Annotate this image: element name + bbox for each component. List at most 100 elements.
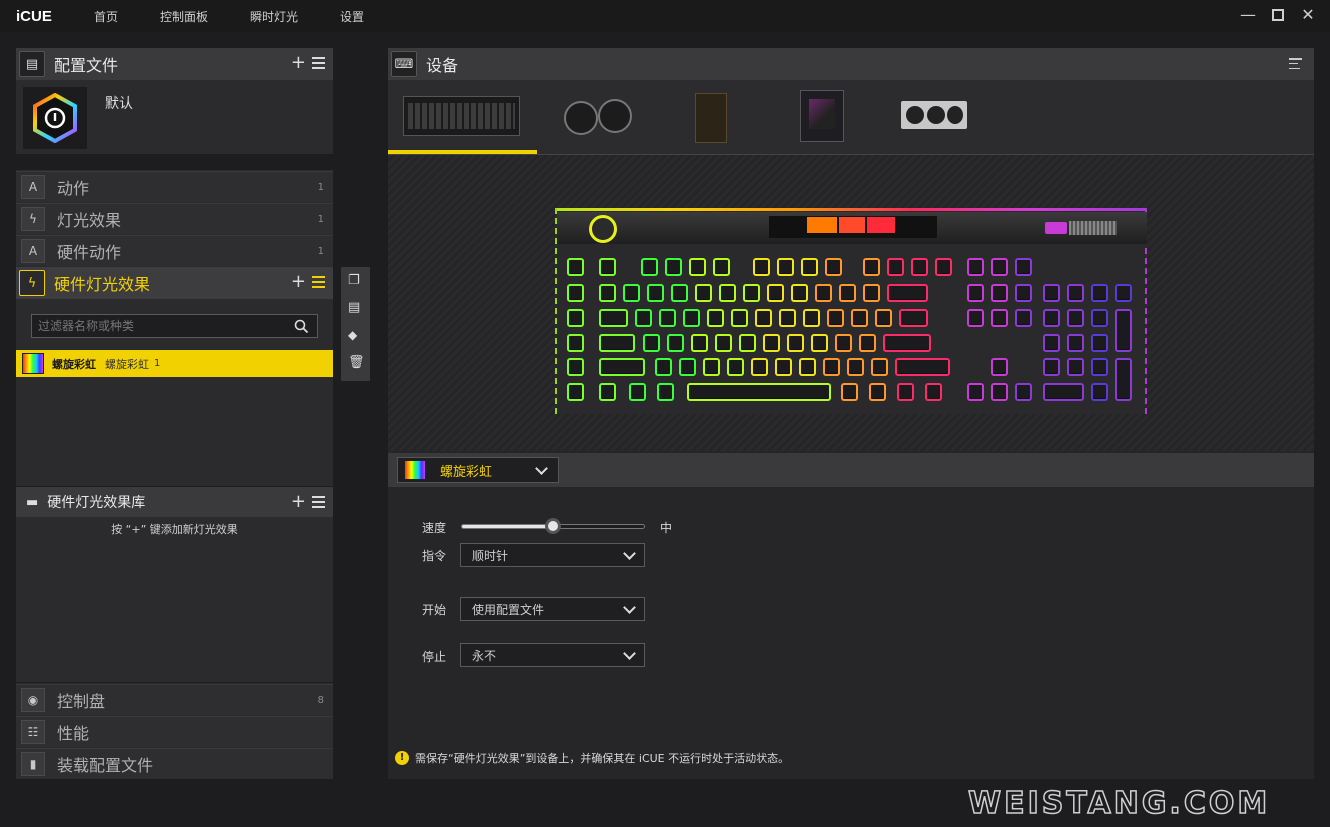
device-gpu[interactable] (901, 101, 967, 129)
section-onboard-profiles[interactable]: ▮ 装载配置文件 (16, 748, 333, 779)
section-actions[interactable]: A 动作 1 (16, 171, 333, 202)
keyboard-key[interactable] (991, 383, 1008, 401)
keyboard-key[interactable] (1067, 334, 1084, 352)
keyboard-key[interactable] (567, 358, 584, 376)
keyboard-key[interactable] (671, 284, 688, 302)
keyboard-key[interactable] (1067, 358, 1084, 376)
keyboard-key[interactable] (739, 334, 756, 352)
keyboard-key[interactable] (1067, 284, 1084, 302)
keyboard-key[interactable] (707, 309, 724, 327)
keyboard-key[interactable] (787, 334, 804, 352)
keyboard-key[interactable] (647, 284, 664, 302)
keyboard-key[interactable] (925, 383, 942, 401)
keyboard-key[interactable] (567, 258, 584, 276)
keyboard-key[interactable] (899, 309, 928, 327)
keyboard-key[interactable] (599, 383, 616, 401)
nav-settings[interactable]: 设置 (340, 8, 364, 25)
nav-instant-lighting[interactable]: 瞬时灯光 (250, 8, 298, 25)
keyboard-key[interactable] (791, 284, 808, 302)
keyboard-key[interactable] (567, 284, 584, 302)
profile-menu-icon[interactable] (312, 57, 325, 69)
keyboard-key[interactable] (967, 258, 984, 276)
keyboard-key[interactable] (1115, 284, 1132, 302)
section-performance[interactable]: ☷ 性能 (16, 716, 333, 747)
keyboard-key[interactable] (967, 309, 984, 327)
section-hardware-actions[interactable]: A 硬件动作 1 (16, 235, 333, 266)
keyboard-key[interactable] (755, 309, 772, 327)
keyboard-key[interactable] (815, 284, 832, 302)
keyboard-key[interactable] (777, 258, 794, 276)
keyboard-key[interactable] (1043, 284, 1060, 302)
keyboard-key[interactable] (1091, 284, 1108, 302)
keyboard-key[interactable] (667, 334, 684, 352)
keyboard-key[interactable] (715, 334, 732, 352)
effect-selector[interactable]: 螺旋彩虹 (397, 457, 559, 483)
keyboard-key[interactable] (1043, 358, 1060, 376)
keyboard-key[interactable] (967, 284, 984, 302)
keyboard-key[interactable] (779, 309, 796, 327)
direction-select[interactable]: 顺时针 (460, 543, 645, 567)
keyboard-preview[interactable] (555, 208, 1147, 414)
keyboard-key[interactable] (871, 358, 888, 376)
keyboard-key[interactable] (727, 358, 744, 376)
keyboard-key[interactable] (635, 309, 652, 327)
profile-name[interactable]: 默认 (105, 93, 133, 113)
keyboard-key[interactable] (935, 258, 952, 276)
keyboard-key[interactable] (863, 284, 880, 302)
device-motherboard[interactable] (800, 90, 844, 142)
keyboard-key[interactable] (1015, 309, 1032, 327)
keyboard-key[interactable] (767, 284, 784, 302)
keyboard-key[interactable] (1091, 334, 1108, 352)
keyboard-key[interactable] (835, 334, 852, 352)
keyboard-key[interactable] (713, 258, 730, 276)
keyboard-key[interactable] (823, 358, 840, 376)
effect-list-item[interactable]: 螺旋彩虹 螺旋彩虹 1 (16, 350, 333, 377)
trash-icon[interactable]: 🗑 (348, 355, 365, 370)
keyboard-key[interactable] (811, 334, 828, 352)
keyboard-key[interactable] (911, 258, 928, 276)
keyboard-key[interactable] (623, 284, 640, 302)
paste-icon[interactable]: ▤ (348, 300, 360, 315)
keyboard-key[interactable] (991, 284, 1008, 302)
keyboard-key[interactable] (1115, 309, 1132, 352)
keyboard-key[interactable] (1091, 358, 1108, 376)
keyboard-key[interactable] (897, 383, 914, 401)
move-icon[interactable]: ◆ (348, 328, 357, 342)
keyboard-key[interactable] (719, 284, 736, 302)
keyboard-key[interactable] (1015, 284, 1032, 302)
keyboard-key[interactable] (1015, 383, 1032, 401)
keyboard-key[interactable] (1015, 258, 1032, 276)
keyboard-key[interactable] (859, 334, 876, 352)
keyboard-key[interactable] (841, 383, 858, 401)
keyboard-key[interactable] (599, 284, 616, 302)
keyboard-key[interactable] (599, 358, 645, 376)
copy-icon[interactable]: ❐ (348, 273, 360, 288)
keyboard-key[interactable] (753, 258, 770, 276)
keyboard-key[interactable] (567, 334, 584, 352)
keyboard-key[interactable] (991, 309, 1008, 327)
effect-menu-icon[interactable] (312, 276, 325, 288)
speed-slider-thumb[interactable] (545, 518, 561, 534)
keyboard-key[interactable] (887, 284, 928, 302)
device-controller[interactable] (695, 93, 727, 143)
keyboard-key[interactable] (991, 258, 1008, 276)
library-menu-icon[interactable] (312, 496, 325, 508)
keyboard-key[interactable] (683, 309, 700, 327)
keyboard-key[interactable] (1091, 309, 1108, 327)
search-icon[interactable] (294, 319, 309, 334)
speed-slider[interactable] (461, 518, 645, 534)
keyboard-key[interactable] (1115, 358, 1132, 401)
keyboard-key[interactable] (825, 258, 842, 276)
keyboard-key[interactable] (665, 258, 682, 276)
keyboard-key[interactable] (751, 358, 768, 376)
keyboard-key[interactable] (839, 284, 856, 302)
add-library-icon[interactable]: + (291, 493, 306, 511)
keyboard-key[interactable] (1043, 383, 1084, 401)
keyboard-key[interactable] (763, 334, 780, 352)
keyboard-key[interactable] (629, 383, 646, 401)
device-keyboard[interactable] (388, 82, 537, 154)
maximize-icon[interactable] (1270, 6, 1286, 24)
device-cooler[interactable] (560, 95, 642, 137)
start-select[interactable]: 使用配置文件 (460, 597, 645, 621)
keyboard-key[interactable] (599, 334, 636, 352)
